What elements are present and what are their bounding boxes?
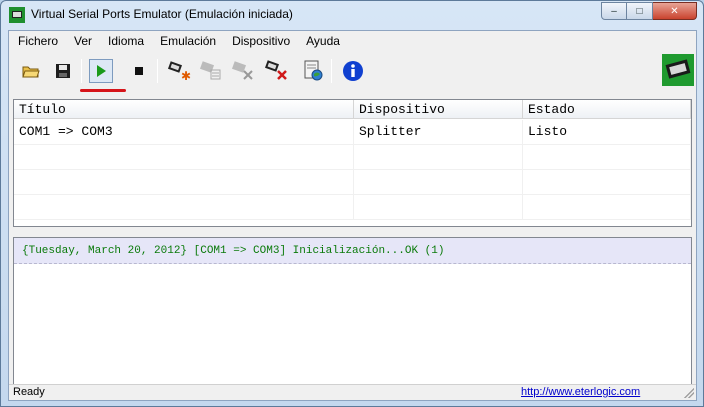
status-text: Ready xyxy=(13,386,45,398)
svg-text:✱: ✱ xyxy=(181,69,191,82)
empty-cell xyxy=(354,145,523,170)
create-device-button[interactable]: ✱ xyxy=(167,59,191,83)
device-settings-button[interactable] xyxy=(301,59,325,83)
device-settings-icon xyxy=(304,60,323,81)
status-bar: Ready http://www.eterlogic.com xyxy=(9,384,696,400)
empty-cell xyxy=(354,170,523,195)
website-link[interactable]: http://www.eterlogic.com xyxy=(521,386,640,398)
empty-cell xyxy=(14,145,354,170)
app-icon xyxy=(9,7,25,23)
menu-ayuda[interactable]: Ayuda xyxy=(298,31,348,51)
edit-device-button[interactable] xyxy=(199,59,223,83)
cell-estado: Listo xyxy=(523,120,691,145)
cell-titulo: COM1 => COM3 xyxy=(14,120,354,145)
toolbar-separator xyxy=(81,59,82,83)
toolbar-separator xyxy=(331,59,332,83)
info-icon xyxy=(343,61,363,81)
menu-idioma[interactable]: Idioma xyxy=(100,31,152,51)
column-header-dispositivo[interactable]: Dispositivo xyxy=(354,100,523,119)
device-disabled-icon xyxy=(231,61,253,80)
empty-cell xyxy=(354,195,523,220)
table-header: Título Dispositivo Estado xyxy=(14,100,691,119)
empty-row xyxy=(14,170,691,195)
column-header-titulo[interactable]: Título xyxy=(14,100,354,119)
empty-cell xyxy=(523,195,691,220)
menu-dispositivo[interactable]: Dispositivo xyxy=(224,31,298,51)
cell-dispositivo: Splitter xyxy=(354,120,523,145)
play-icon xyxy=(97,65,106,77)
app-logo-icon xyxy=(662,54,694,86)
annotation-underline xyxy=(80,89,126,92)
close-button[interactable]: ✕ xyxy=(653,2,697,20)
delete-device-icon xyxy=(265,60,287,80)
menu-fichero[interactable]: Fichero xyxy=(10,31,66,51)
app-window: Virtual Serial Ports Emulator (Emulación… xyxy=(0,0,704,407)
empty-cell xyxy=(14,195,354,220)
about-button[interactable] xyxy=(341,59,365,83)
open-folder-icon xyxy=(22,66,40,78)
client-area: Fichero Ver Idioma Emulación Dispositivo… xyxy=(8,30,697,401)
save-button[interactable] xyxy=(51,59,75,83)
empty-cell xyxy=(523,170,691,195)
minimize-button[interactable]: – xyxy=(601,2,627,20)
log-panel[interactable]: {Tuesday, March 20, 2012} [COM1 => COM3]… xyxy=(13,237,692,385)
edit-device-icon xyxy=(199,61,221,80)
maximize-button[interactable]: □ xyxy=(627,2,653,20)
save-icon xyxy=(56,64,70,78)
ports-table: Título Dispositivo Estado COM1 => COM3 S… xyxy=(13,99,692,227)
stop-button[interactable] xyxy=(127,59,151,83)
window-title: Virtual Serial Ports Emulator (Emulación… xyxy=(31,7,293,21)
menu-ver[interactable]: Ver xyxy=(66,31,100,51)
empty-cell xyxy=(14,170,354,195)
delete-device-button[interactable] xyxy=(265,59,289,83)
empty-row xyxy=(14,145,691,170)
empty-row xyxy=(14,195,691,220)
start-button[interactable] xyxy=(89,59,113,83)
disable-device-button[interactable] xyxy=(231,59,255,83)
menu-emulacion[interactable]: Emulación xyxy=(152,31,224,51)
empty-cell xyxy=(523,145,691,170)
stop-icon xyxy=(135,67,143,75)
column-header-estado[interactable]: Estado xyxy=(523,100,691,119)
toolbar: ✱ xyxy=(9,53,696,92)
table-row[interactable]: COM1 => COM3 Splitter Listo xyxy=(14,120,691,145)
resize-grip[interactable] xyxy=(684,388,694,398)
log-entry: {Tuesday, March 20, 2012} [COM1 => COM3]… xyxy=(14,238,691,264)
title-bar[interactable]: Virtual Serial Ports Emulator (Emulación… xyxy=(1,1,703,29)
create-device-icon: ✱ xyxy=(167,61,191,82)
menu-bar: Fichero Ver Idioma Emulación Dispositivo… xyxy=(9,31,696,51)
open-button[interactable] xyxy=(19,59,43,83)
toolbar-separator xyxy=(157,59,158,83)
